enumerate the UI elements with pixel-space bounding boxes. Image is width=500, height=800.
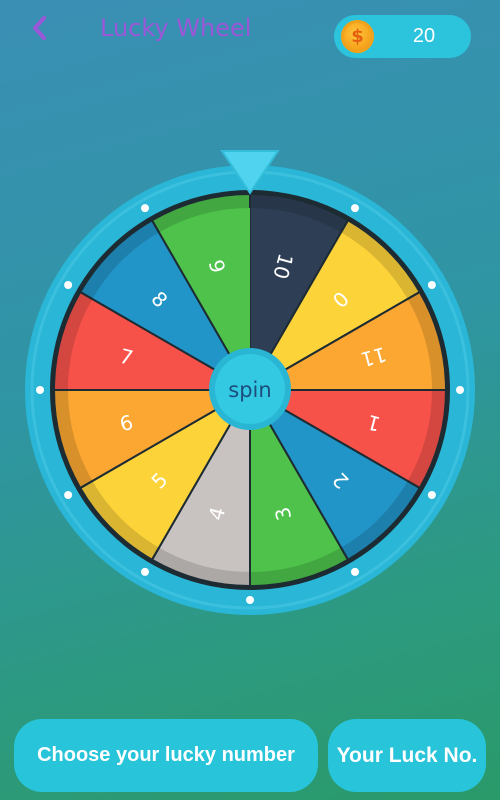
rim-dot — [351, 204, 359, 213]
rim-dot — [64, 281, 73, 289]
rim-dot — [427, 491, 436, 499]
rim-dot — [141, 567, 149, 576]
spin-button[interactable]: spin — [209, 348, 291, 430]
rim-dot — [456, 386, 464, 394]
rim-dot — [141, 204, 149, 213]
lucky-wheel: 10011123456789 spin — [25, 150, 475, 615]
spin-label: spin — [228, 378, 271, 402]
rim-dot — [36, 386, 44, 394]
rim-dot — [351, 567, 359, 576]
your-luck-number-button[interactable]: Your Luck No. — [328, 719, 486, 792]
rim-dot — [64, 491, 73, 499]
rim-dot — [246, 596, 254, 604]
rim-dot — [427, 281, 436, 289]
choose-lucky-number-button[interactable]: Choose your lucky number — [14, 719, 318, 792]
